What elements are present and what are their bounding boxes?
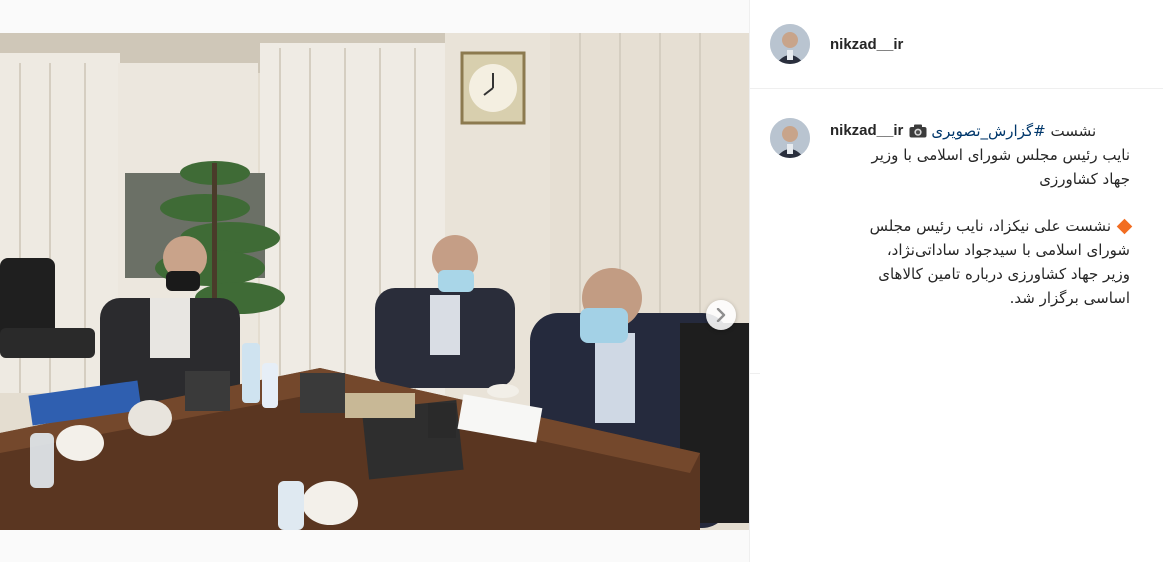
profile-photo — [770, 118, 810, 158]
hashtag-link[interactable]: #گزارش_تصویری — [931, 122, 1045, 140]
post-side-panel: nikzad__ir nikzad__ir نشست #گزارش_تصویری… — [749, 0, 1163, 562]
caption-paragraph-line-3: وزیر جهاد کشاورزی درباره تامین کالاهای — [878, 265, 1130, 283]
caption-title-start: نشست #گزارش_تصویری — [931, 119, 1096, 143]
caption-avatar[interactable] — [770, 118, 810, 158]
caption-username[interactable]: nikzad__ir — [830, 119, 903, 143]
next-image-button[interactable] — [706, 300, 736, 330]
avatar[interactable] — [770, 24, 810, 64]
caption-line-3: جهاد کشاورزی — [1039, 170, 1130, 188]
caption-paragraph-line-1: نشست علی نیکزاد، نایب رئیس مجلس — [830, 214, 1133, 238]
caption-word: نشست — [1050, 122, 1097, 140]
caption-paragraph-line-2: شورای اسلامی با سیدجواد ساداتی‌نژاد، — [886, 241, 1130, 259]
chevron-right-icon — [716, 308, 726, 322]
post-header: nikzad__ir — [750, 0, 1163, 89]
orange-diamond-icon — [1116, 218, 1133, 235]
profile-photo — [770, 24, 810, 64]
meeting-photo — [0, 33, 749, 530]
header-username[interactable]: nikzad__ir — [830, 36, 903, 53]
post-image[interactable] — [0, 33, 749, 530]
caption-para-1-text: نشست علی نیکزاد، نایب رئیس مجلس — [869, 217, 1111, 235]
camera-emoji-icon — [909, 124, 927, 138]
divider — [750, 373, 760, 374]
caption-line-2: نایب رئیس مجلس شورای اسلامی با وزیر — [871, 146, 1130, 164]
caption-first-line: nikzad__ir نشست #گزارش_تصویری — [830, 119, 1130, 143]
caption-text: nikzad__ir نشست #گزارش_تصویری نایب رئیس … — [830, 119, 1133, 310]
caption-paragraph-line-4: اساسی برگزار شد. — [1009, 289, 1130, 307]
